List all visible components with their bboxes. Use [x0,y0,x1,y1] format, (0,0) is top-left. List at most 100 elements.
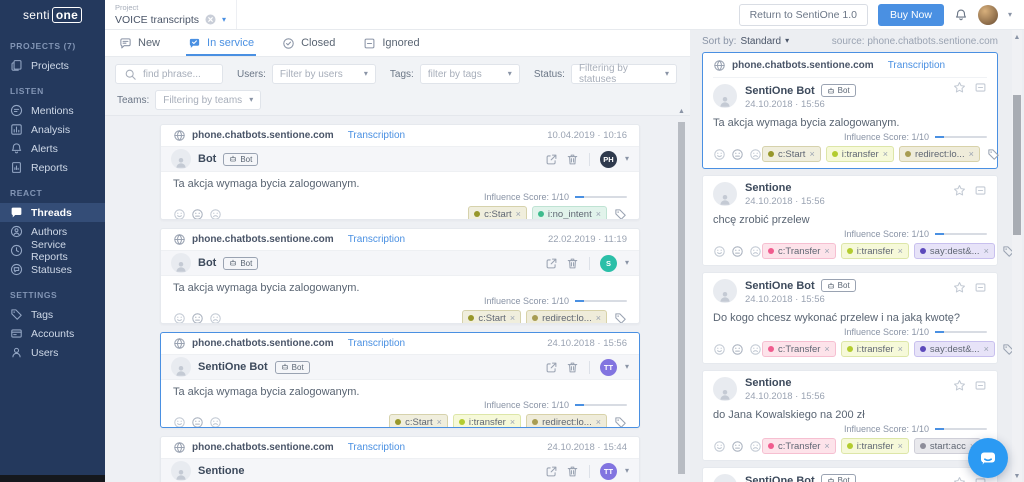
tag-remove-icon[interactable]: × [824,344,829,354]
frown-icon[interactable] [209,312,222,325]
sidebar-item-statuses[interactable]: Statuses [0,260,105,279]
tab-closed[interactable]: Closed [282,30,335,56]
tab-ignored[interactable]: Ignored [363,30,419,56]
conversation-message-card[interactable]: Sentione24.10.2018 · 15:56do Jana Kowals… [702,370,998,461]
star-icon[interactable] [953,281,966,294]
search-box[interactable] [115,64,223,84]
transcription-link[interactable]: Transcription [348,338,405,349]
trash-icon[interactable] [566,361,579,374]
sort-by-value[interactable]: Standard [740,36,781,47]
influence-slider[interactable] [935,428,987,430]
influence-slider[interactable] [575,196,627,198]
thread-card[interactable]: phone.chatbots.sentione.comTranscription… [160,332,640,428]
assignee-caret-icon[interactable]: ▾ [625,467,629,475]
tag-pill[interactable]: say:dest&...× [914,243,995,259]
buy-now-button[interactable]: Buy Now [878,4,944,26]
tag-remove-icon[interactable]: × [824,441,829,451]
return-button[interactable]: Return to SentiOne 1.0 [739,4,868,26]
collapse-icon[interactable] [974,81,987,94]
neutral-icon[interactable] [731,148,744,161]
tag-remove-icon[interactable]: × [596,209,601,219]
tag-pill[interactable]: i:no_intent× [532,206,607,220]
tag-pill[interactable]: redirect:lo...× [899,146,980,162]
neutral-icon[interactable] [731,245,744,258]
clear-project-icon[interactable] [204,13,217,26]
external-link-icon[interactable] [545,257,558,270]
tag-remove-icon[interactable]: × [510,313,515,323]
tag-pill[interactable]: i:transfer× [841,341,909,357]
neutral-icon[interactable] [191,416,204,429]
assignee-caret-icon[interactable]: ▾ [625,259,629,267]
neutral-icon[interactable] [191,312,204,325]
trash-icon[interactable] [566,465,579,478]
tag-pill[interactable]: c:Transfer× [762,438,836,454]
influence-slider[interactable] [575,404,627,406]
star-icon[interactable] [953,184,966,197]
sidebar-item-accounts[interactable]: Accounts [0,324,105,343]
tag-remove-icon[interactable]: × [984,344,989,354]
smile-icon[interactable] [713,245,726,258]
tag-remove-icon[interactable]: × [984,246,989,256]
tab-in-service[interactable]: In service [188,30,254,56]
tag-pill[interactable]: i:transfer× [453,414,521,428]
assign-tag-icon[interactable] [614,416,627,429]
neutral-icon[interactable] [731,440,744,453]
assignee-avatar[interactable]: S [600,255,617,272]
tag-remove-icon[interactable]: × [437,417,442,427]
sidebar-item-service-reports[interactable]: Service Reports [0,241,105,260]
frown-icon[interactable] [749,148,762,161]
teams-filter-dropdown[interactable]: Filtering by teams▾ [155,90,261,110]
tag-remove-icon[interactable]: × [596,313,601,323]
conversation-message-card[interactable]: SentiOne BotBot24.10.2018 · 15:56Z jakie… [702,467,998,482]
smile-icon[interactable] [713,148,726,161]
star-icon[interactable] [953,476,966,482]
collapse-icon[interactable] [974,379,987,392]
sidebar-item-threads[interactable]: Threads [0,203,105,222]
frown-icon[interactable] [749,245,762,258]
assignee-avatar[interactable]: PH [600,151,617,168]
thread-card[interactable]: phone.chatbots.sentione.comTranscription… [160,124,640,220]
transcription-link[interactable]: Transcription [348,130,405,141]
scrollbar-thumb[interactable] [1013,95,1021,235]
smile-icon[interactable] [173,416,186,429]
sidebar-item-reports[interactable]: Reports [0,158,105,177]
tag-pill[interactable]: i:transfer× [841,438,909,454]
conversation-message-card[interactable]: phone.chatbots.sentione.comTranscription… [702,52,998,169]
frown-icon[interactable] [749,343,762,356]
assign-tag-icon[interactable] [987,148,1000,161]
tag-remove-icon[interactable]: × [809,149,814,159]
influence-slider[interactable] [935,331,987,333]
assignee-avatar[interactable]: TT [600,463,617,480]
tag-pill[interactable]: say:dest&...× [914,341,995,357]
tag-remove-icon[interactable]: × [969,149,974,159]
external-link-icon[interactable] [545,361,558,374]
thread-card[interactable]: phone.chatbots.sentione.comTranscription… [160,436,640,482]
user-menu-caret-icon[interactable]: ▾ [1008,11,1012,19]
sentione-logo[interactable]: sentione [0,0,105,30]
status-filter-dropdown[interactable]: Filtering by statuses▾ [571,64,677,84]
smile-icon[interactable] [713,343,726,356]
scrollbar-thumb[interactable] [678,122,685,474]
external-link-icon[interactable] [545,465,558,478]
tag-remove-icon[interactable]: × [898,344,903,354]
tag-pill[interactable]: c:Start× [389,414,448,428]
frown-icon[interactable] [209,208,222,221]
trash-icon[interactable] [566,257,579,270]
assignee-caret-icon[interactable]: ▾ [625,363,629,371]
transcription-link[interactable]: Transcription [348,442,405,453]
smile-icon[interactable] [173,208,186,221]
tag-remove-icon[interactable]: × [510,417,515,427]
trash-icon[interactable] [566,153,579,166]
influence-slider[interactable] [575,300,627,302]
sort-caret-icon[interactable]: ▾ [785,37,789,45]
sidebar-item-analysis[interactable]: Analysis [0,120,105,139]
thread-list-scrollbar[interactable]: ▲ [677,108,686,482]
sidebar-item-users[interactable]: Users [0,343,105,362]
tag-pill[interactable]: c:Start× [762,146,821,162]
tag-pill[interactable]: c:Transfer× [762,243,836,259]
smile-icon[interactable] [173,312,186,325]
conversation-scrollbar[interactable]: ▲ ▼ [1012,30,1022,482]
transcription-link[interactable]: Transcription [888,60,945,71]
star-icon[interactable] [953,379,966,392]
star-icon[interactable] [953,81,966,94]
